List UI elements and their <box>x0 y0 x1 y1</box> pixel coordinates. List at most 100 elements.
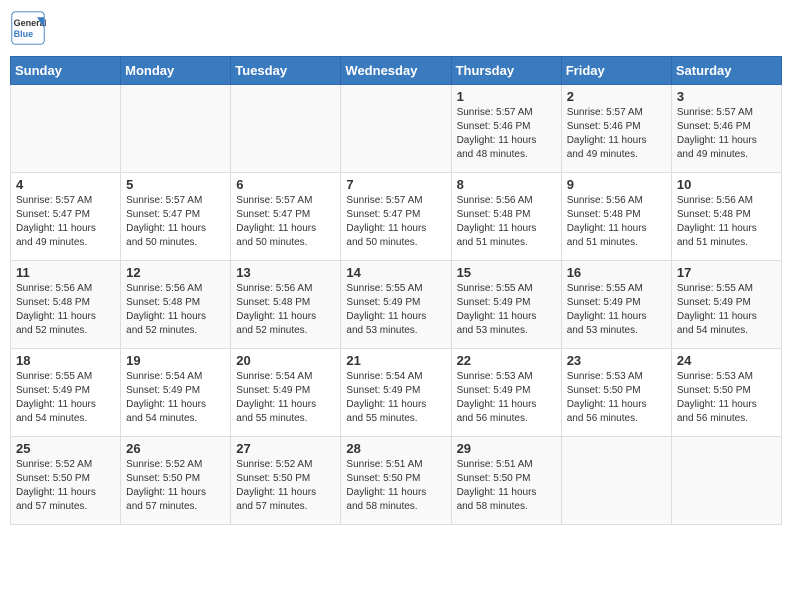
day-info: Sunrise: 5:55 AM Sunset: 5:49 PM Dayligh… <box>16 370 115 426</box>
calendar-cell <box>231 85 341 173</box>
calendar-cell: 11Sunrise: 5:56 AM Sunset: 5:48 PM Dayli… <box>11 261 121 349</box>
calendar-cell: 4 Sunrise: 5:57 AM Sunset: 5:47 PM Daylig… <box>11 173 121 261</box>
calendar-cell: 15 Sunrise: 5:55 AM Sunset: 5:49 PM Dayli… <box>451 261 561 349</box>
day-info: Sunrise: 5:52 AM Sunset: 5:50 PM Dayligh… <box>126 458 225 514</box>
logo-icon: General Blue <box>10 10 46 46</box>
day-number: 8 <box>457 177 556 192</box>
day-info: Sunrise: 5:52 AM Sunset: 5:50 PM Dayligh… <box>16 458 115 514</box>
day-info: Sunrise: 5:55 AM Sunset: 5:49 PM Dayligh… <box>677 282 776 338</box>
day-info: Sunrise: 5:57 AM Sunset: 5:46 PM Dayligh… <box>457 106 556 162</box>
calendar-cell <box>121 85 231 173</box>
day-number: 27 <box>236 441 335 456</box>
day-info: Sunrise: 5:57 AM Sunset: 5:46 PM Dayligh… <box>677 106 776 162</box>
svg-text:Blue: Blue <box>14 29 34 39</box>
day-number: 18 <box>16 353 115 368</box>
calendar-cell: 12 Sunrise: 5:56 AM Sunset: 5:48 PM Dayli… <box>121 261 231 349</box>
day-number: 25 <box>16 441 115 456</box>
week-row-1: 1 Sunrise: 5:57 AM Sunset: 5:46 PM Daylig… <box>11 85 782 173</box>
day-info: Sunrise: 5:57 AM Sunset: 5:46 PM Dayligh… <box>567 106 666 162</box>
day-info: Sunrise: 5:57 AM Sunset: 5:47 PM Dayligh… <box>346 194 445 250</box>
calendar-cell: 18 Sunrise: 5:55 AM Sunset: 5:49 PM Dayli… <box>11 349 121 437</box>
day-number: 9 <box>567 177 666 192</box>
day-number: 22 <box>457 353 556 368</box>
calendar-cell: 24Sunrise: 5:53 AM Sunset: 5:50 PM Dayli… <box>671 349 781 437</box>
week-row-3: 11 Sunrise: 5:56 AM Sunset: 5:48 PM Dayli… <box>11 261 782 349</box>
day-info: Sunrise: 5:56 AM Sunset: 5:48 PM Dayligh… <box>236 282 335 338</box>
page-header: General Blue <box>10 10 782 46</box>
calendar-cell: 8 Sunrise: 5:56 AM Sunset: 5:48 PM Daylig… <box>451 173 561 261</box>
day-number: 14 <box>346 265 445 280</box>
calendar-cell <box>671 437 781 525</box>
day-info: Sunrise: 5:56 AM Sunset: 5:48 PM Dayligh… <box>457 194 556 250</box>
day-number: 12 <box>126 265 225 280</box>
calendar-cell: 27 Sunrise: 5:52 AM Sunset: 5:50 PM Dayli… <box>231 437 341 525</box>
day-header-wednesday: Wednesday <box>341 57 451 85</box>
day-number: 3 <box>677 89 776 104</box>
calendar-cell: 16Sunrise: 5:55 AM Sunset: 5:49 PM Dayli… <box>561 261 671 349</box>
day-header-thursday: Thursday <box>451 57 561 85</box>
day-number: 17 <box>677 265 776 280</box>
calendar-cell: 5 Sunrise: 5:57 AM Sunset: 5:47 PM Daylig… <box>121 173 231 261</box>
day-info: Sunrise: 5:55 AM Sunset: 5:49 PM Dayligh… <box>567 282 666 338</box>
day-number: 1 <box>457 89 556 104</box>
day-number: 11 <box>16 265 115 280</box>
day-info: Sunrise: 5:53 AM Sunset: 5:49 PM Dayligh… <box>457 370 556 426</box>
day-number: 5 <box>126 177 225 192</box>
calendar-cell: 13 Sunrise: 5:56 AM Sunset: 5:48 PM Dayli… <box>231 261 341 349</box>
calendar-cell: 25 Sunrise: 5:52 AM Sunset: 5:50 PM Dayli… <box>11 437 121 525</box>
day-info: Sunrise: 5:51 AM Sunset: 5:50 PM Dayligh… <box>457 458 556 514</box>
day-info: Sunrise: 5:57 AM Sunset: 5:47 PM Dayligh… <box>236 194 335 250</box>
day-number: 28 <box>346 441 445 456</box>
day-number: 4 <box>16 177 115 192</box>
calendar-cell: 3 Sunrise: 5:57 AM Sunset: 5:46 PM Daylig… <box>671 85 781 173</box>
calendar-cell: 26 Sunrise: 5:52 AM Sunset: 5:50 PM Dayli… <box>121 437 231 525</box>
calendar-cell: 19 Sunrise: 5:54 AM Sunset: 5:49 PM Dayli… <box>121 349 231 437</box>
day-number: 10 <box>677 177 776 192</box>
day-info: Sunrise: 5:57 AM Sunset: 5:47 PM Dayligh… <box>16 194 115 250</box>
day-number: 19 <box>126 353 225 368</box>
day-header-sunday: Sunday <box>11 57 121 85</box>
day-info: Sunrise: 5:54 AM Sunset: 5:49 PM Dayligh… <box>346 370 445 426</box>
day-info: Sunrise: 5:57 AM Sunset: 5:47 PM Dayligh… <box>126 194 225 250</box>
calendar-cell: 14 Sunrise: 5:55 AM Sunset: 5:49 PM Dayli… <box>341 261 451 349</box>
day-info: Sunrise: 5:55 AM Sunset: 5:49 PM Dayligh… <box>346 282 445 338</box>
day-info: Sunrise: 5:53 AM Sunset: 5:50 PM Dayligh… <box>567 370 666 426</box>
calendar-cell: 17 Sunrise: 5:55 AM Sunset: 5:49 PM Dayli… <box>671 261 781 349</box>
day-info: Sunrise: 5:54 AM Sunset: 5:49 PM Dayligh… <box>126 370 225 426</box>
day-number: 26 <box>126 441 225 456</box>
calendar-cell: 7 Sunrise: 5:57 AM Sunset: 5:47 PM Daylig… <box>341 173 451 261</box>
day-info: Sunrise: 5:51 AM Sunset: 5:50 PM Dayligh… <box>346 458 445 514</box>
day-header-monday: Monday <box>121 57 231 85</box>
calendar-cell: 22 Sunrise: 5:53 AM Sunset: 5:49 PM Dayli… <box>451 349 561 437</box>
day-info: Sunrise: 5:55 AM Sunset: 5:49 PM Dayligh… <box>457 282 556 338</box>
week-row-5: 25 Sunrise: 5:52 AM Sunset: 5:50 PM Dayli… <box>11 437 782 525</box>
calendar-cell: 10 Sunrise: 5:56 AM Sunset: 5:48 PM Dayli… <box>671 173 781 261</box>
day-info: Sunrise: 5:53 AM Sunset: 5:50 PM Dayligh… <box>677 370 776 426</box>
day-header-tuesday: Tuesday <box>231 57 341 85</box>
day-number: 20 <box>236 353 335 368</box>
day-info: Sunrise: 5:56 AM Sunset: 5:48 PM Dayligh… <box>677 194 776 250</box>
day-info: Sunrise: 5:56 AM Sunset: 5:48 PM Dayligh… <box>126 282 225 338</box>
day-number: 7 <box>346 177 445 192</box>
calendar-cell <box>341 85 451 173</box>
calendar-cell: 21Sunrise: 5:54 AM Sunset: 5:49 PM Dayli… <box>341 349 451 437</box>
calendar-cell: 20 Sunrise: 5:54 AM Sunset: 5:49 PM Dayli… <box>231 349 341 437</box>
calendar-cell: 9 Sunrise: 5:56 AM Sunset: 5:48 PM Daylig… <box>561 173 671 261</box>
calendar-cell: 23 Sunrise: 5:53 AM Sunset: 5:50 PM Dayli… <box>561 349 671 437</box>
week-row-4: 18 Sunrise: 5:55 AM Sunset: 5:49 PM Dayli… <box>11 349 782 437</box>
day-number: 15 <box>457 265 556 280</box>
day-info: Sunrise: 5:52 AM Sunset: 5:50 PM Dayligh… <box>236 458 335 514</box>
calendar-cell: 1 Sunrise: 5:57 AM Sunset: 5:46 PM Daylig… <box>451 85 561 173</box>
day-info: Sunrise: 5:56 AM Sunset: 5:48 PM Dayligh… <box>567 194 666 250</box>
calendar-cell: 29Sunrise: 5:51 AM Sunset: 5:50 PM Dayli… <box>451 437 561 525</box>
day-number: 23 <box>567 353 666 368</box>
day-header-saturday: Saturday <box>671 57 781 85</box>
calendar-cell <box>561 437 671 525</box>
day-info: Sunrise: 5:54 AM Sunset: 5:49 PM Dayligh… <box>236 370 335 426</box>
calendar-cell: 6Sunrise: 5:57 AM Sunset: 5:47 PM Daylig… <box>231 173 341 261</box>
calendar-cell: 28 Sunrise: 5:51 AM Sunset: 5:50 PM Dayli… <box>341 437 451 525</box>
week-row-2: 4 Sunrise: 5:57 AM Sunset: 5:47 PM Daylig… <box>11 173 782 261</box>
day-number: 13 <box>236 265 335 280</box>
day-number: 2 <box>567 89 666 104</box>
calendar-table: SundayMondayTuesdayWednesdayThursdayFrid… <box>10 56 782 525</box>
